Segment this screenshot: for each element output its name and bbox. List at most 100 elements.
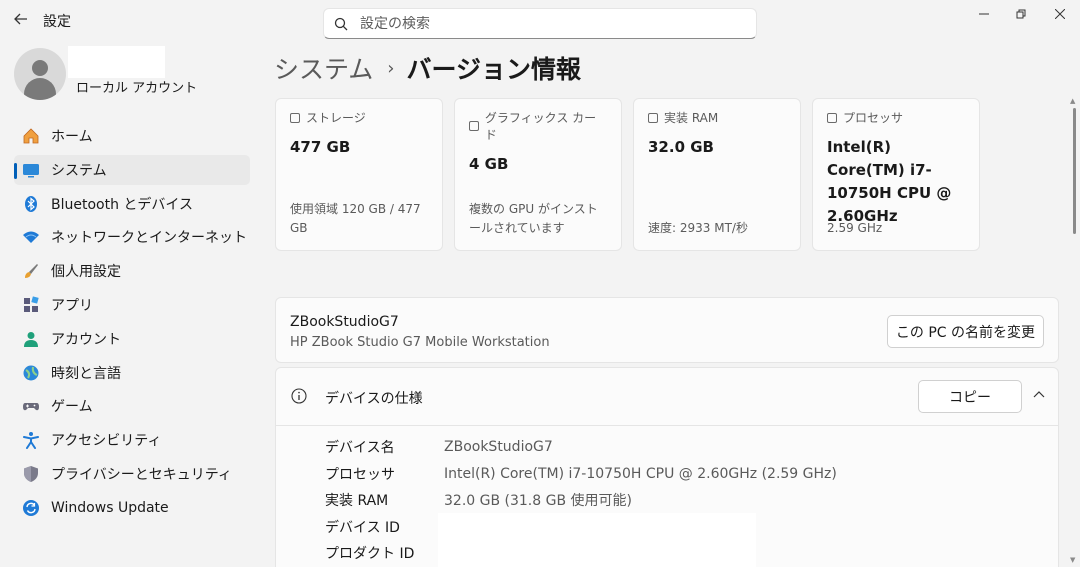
account-icon [22, 330, 40, 348]
search-input[interactable] [360, 15, 740, 32]
back-arrow-icon[interactable] [12, 10, 30, 28]
apps-icon [22, 296, 40, 314]
sidebar-item-accounts[interactable]: アカウント [14, 324, 250, 354]
card-label: 実装 RAM [664, 111, 719, 125]
minimize-icon [979, 13, 989, 15]
scrollbar-thumb[interactable] [1073, 108, 1076, 234]
ram-card: 実装 RAM 32.0 GB 速度: 2933 MT/秒 [633, 98, 801, 251]
gpu-icon [469, 121, 479, 131]
ram-icon [648, 112, 658, 123]
storage-card: ストレージ 477 GB 使用領域 120 GB / 477 GB [275, 98, 443, 251]
spec-row-processor: プロセッサ Intel(R) Core(TM) i7-10750H CPU @ … [325, 461, 837, 488]
sidebar-item-apps[interactable]: アプリ [14, 290, 250, 320]
sidebar-item-privacy-security[interactable]: プライバシーとセキュリティ [14, 459, 250, 489]
copy-button[interactable]: コピー [918, 380, 1022, 413]
device-specs-header[interactable]: デバイスの仕様 コピー [276, 368, 1058, 426]
spec-key: 実装 RAM [325, 493, 389, 510]
sidebar-item-label: アプリ [51, 297, 93, 314]
sidebar-item-label: ゲーム [51, 399, 93, 416]
gamepad-icon [22, 397, 40, 415]
card-label: グラフィックス カード [484, 111, 597, 142]
card-value: 32.0 GB [648, 138, 714, 156]
sidebar-nav: ホーム システム Bluetooth とデバイス ネットワークとインターネット … [14, 121, 250, 527]
minimize-button[interactable] [966, 0, 1002, 28]
search-box[interactable] [323, 8, 757, 39]
spec-value: 32.0 GB (31.8 GB 使用可能) [444, 493, 632, 510]
sidebar-item-accessibility[interactable]: アクセシビリティ [14, 425, 250, 455]
sidebar-item-label: アクセシビリティ [51, 433, 162, 450]
sidebar-item-label: Windows Update [51, 499, 169, 516]
card-label: ストレージ [306, 111, 366, 125]
settings-window: 設定 ローカル アカウント ホーム システム [0, 0, 1080, 567]
page-title: バージョン情報 [406, 55, 581, 84]
sidebar-item-label: ネットワークとインターネット [51, 230, 247, 247]
card-detail: 使用領域 120 GB / 477 GB [290, 202, 421, 235]
close-icon [1055, 9, 1065, 19]
sidebar-item-personalization[interactable]: 個人用設定 [14, 256, 250, 286]
breadcrumb-separator: › [387, 57, 395, 79]
shield-icon [22, 465, 40, 483]
app-title: 設定 [43, 14, 71, 30]
sidebar-item-network[interactable]: ネットワークとインターネット [14, 222, 250, 252]
sidebar-item-label: システム [51, 162, 107, 179]
graphics-card-card: グラフィックス カード 4 GB 複数の GPU がインストールされています [454, 98, 622, 251]
maximize-button[interactable] [1003, 0, 1039, 28]
restore-icon [1016, 9, 1026, 19]
search-icon [334, 17, 348, 30]
account-type-label: ローカル アカウント [76, 81, 198, 96]
card-value: Intel(R) Core(TM) i7-10750H CPU @ 2.60GH… [827, 138, 952, 225]
breadcrumb-parent[interactable]: システム [274, 50, 373, 86]
spec-key: デバイス名 [325, 440, 395, 457]
processor-icon [827, 112, 837, 123]
scroll-up-arrow-icon[interactable]: ▲ [1070, 97, 1075, 105]
sidebar-item-label: ホーム [51, 129, 93, 145]
sidebar-item-gaming[interactable]: ゲーム [14, 391, 250, 421]
info-icon [291, 388, 307, 404]
card-value: 4 GB [469, 155, 509, 173]
processor-card: プロセッサ Intel(R) Core(TM) i7-10750H CPU @ … [812, 98, 980, 251]
card-value: 477 GB [290, 138, 351, 156]
spec-key: プロダクト ID [325, 546, 415, 563]
sidebar-item-windows-update[interactable]: Windows Update [14, 493, 250, 523]
redacted-ids [438, 513, 756, 567]
user-profile[interactable]: ローカル アカウント [14, 46, 254, 106]
rename-pc-button[interactable]: この PC の名前を変更 [886, 315, 1044, 348]
wifi-icon [22, 228, 40, 246]
card-detail: 2.59 GHz [827, 221, 883, 235]
accessibility-icon [22, 431, 40, 450]
storage-icon [290, 112, 300, 123]
pc-model: HP ZBook Studio G7 Mobile Workstation [290, 335, 550, 350]
bluetooth-icon [22, 195, 40, 213]
avatar [14, 48, 66, 100]
brush-icon [22, 262, 40, 280]
spec-row-ram: 実装 RAM 32.0 GB (31.8 GB 使用可能) [325, 487, 837, 514]
sidebar-item-label: プライバシーとセキュリティ [51, 466, 232, 483]
home-icon [22, 127, 40, 145]
system-icon [22, 161, 40, 179]
sidebar-item-label: 個人用設定 [51, 264, 121, 281]
sidebar-item-home[interactable]: ホーム [14, 121, 250, 151]
card-detail: 速度: 2933 MT/秒 [648, 221, 748, 235]
device-name-panel: ZBookStudioG7 HP ZBook Studio G7 Mobile … [275, 297, 1059, 363]
device-specs-title: デバイスの仕様 [325, 391, 423, 407]
update-icon [22, 499, 40, 517]
sidebar-item-bluetooth[interactable]: Bluetooth とデバイス [14, 189, 250, 219]
sidebar-item-system[interactable]: システム [14, 154, 250, 185]
time-language-icon [22, 364, 40, 382]
card-label: プロセッサ [843, 111, 904, 125]
close-button[interactable] [1042, 0, 1078, 28]
breadcrumb: システム › バージョン情報 [274, 50, 581, 86]
card-detail: 複数の GPU がインストールされています [469, 202, 598, 235]
spec-key: プロセッサ [325, 466, 395, 483]
sidebar-item-label: アカウント [51, 331, 121, 348]
sidebar-item-label: 時刻と言語 [51, 365, 121, 382]
spec-value: ZBookStudioG7 [444, 439, 553, 456]
scroll-down-arrow-icon[interactable]: ▼ [1070, 556, 1075, 564]
spec-row-device-name: デバイス名 ZBookStudioG7 [325, 434, 837, 461]
spec-value: Intel(R) Core(TM) i7-10750H CPU @ 2.60GH… [444, 465, 837, 482]
chevron-up-icon[interactable] [1032, 388, 1046, 402]
profile-name-redacted [68, 46, 165, 78]
pc-name: ZBookStudioG7 [290, 314, 399, 330]
sidebar-item-label: Bluetooth とデバイス [51, 196, 193, 213]
sidebar-item-time-language[interactable]: 時刻と言語 [14, 358, 250, 388]
